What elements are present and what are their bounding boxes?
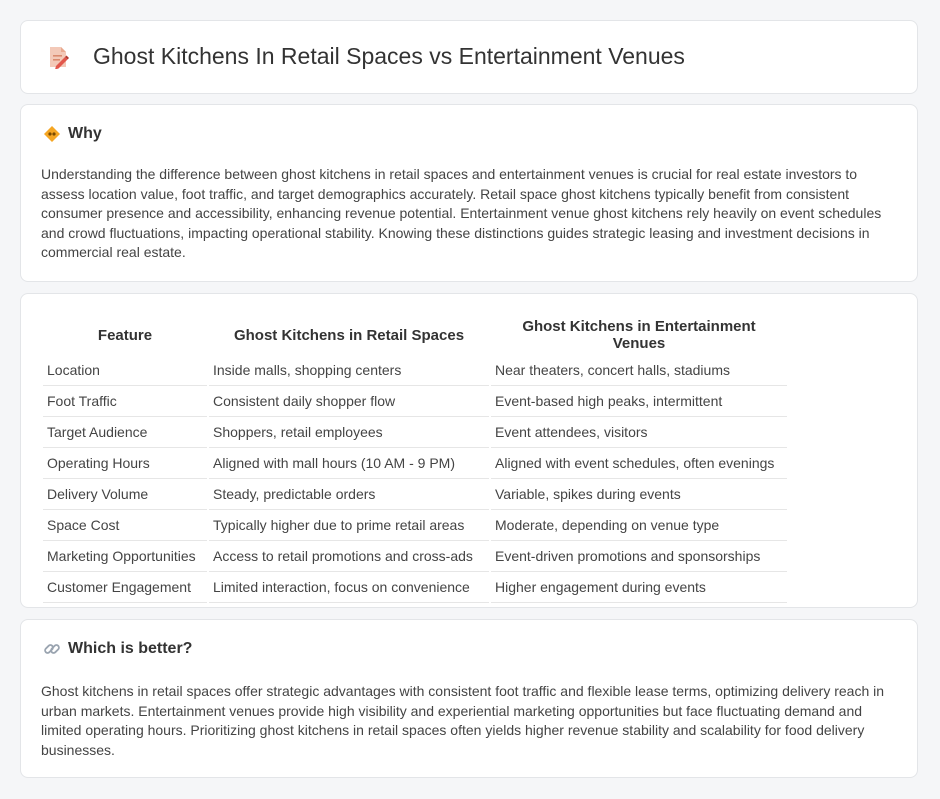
header-card: Ghost Kitchens In Retail Spaces vs Enter… xyxy=(20,20,918,94)
table-row: Space Cost Typically higher due to prime… xyxy=(43,509,787,541)
why-title: Why xyxy=(68,125,102,142)
table-cell: Event-driven promotions and sponsorships xyxy=(490,540,787,572)
table-cell: Moderate, depending on venue type xyxy=(490,509,787,541)
table-cell: Marketing Opportunities xyxy=(43,540,209,572)
table-cell: Target Audience xyxy=(43,416,209,448)
table-cell: Operating Hours xyxy=(43,447,209,479)
table-cell: Aligned with event schedules, often even… xyxy=(490,447,787,479)
diamond-warning-icon xyxy=(44,126,60,142)
which-is-better-section: Which is better? Ghost kitchens in retai… xyxy=(20,619,918,778)
page-title: Ghost Kitchens In Retail Spaces vs Enter… xyxy=(93,43,685,69)
table-row: Marketing Opportunities Access to retail… xyxy=(43,540,787,572)
table-cell: Typically higher due to prime retail are… xyxy=(208,509,491,541)
table-cell: Limited interaction, focus on convenienc… xyxy=(208,571,491,603)
table-cell: Foot Traffic xyxy=(43,385,209,417)
column-header: Feature xyxy=(43,316,209,355)
table-header-row: Feature Ghost Kitchens in Retail Spaces … xyxy=(43,316,787,355)
table-cell: Event-based high peaks, intermittent xyxy=(490,385,787,417)
table-row: Target Audience Shoppers, retail employe… xyxy=(43,416,787,448)
table-cell: Customer Engagement xyxy=(43,571,209,603)
column-header: Ghost Kitchens in Entertainment Venues xyxy=(522,318,756,352)
why-section: Why Understanding the difference between… xyxy=(20,104,918,282)
table-cell: Inside malls, shopping centers xyxy=(208,355,491,386)
table-row: Location Inside malls, shopping centers … xyxy=(43,355,787,386)
document-edit-icon xyxy=(50,46,69,69)
table-cell: Aligned with mall hours (10 AM - 9 PM) xyxy=(208,447,491,479)
table-row: Foot Traffic Consistent daily shopper fl… xyxy=(43,385,787,417)
why-text: Understanding the difference between gho… xyxy=(41,166,882,261)
column-header: Ghost Kitchens in Retail Spaces xyxy=(208,316,491,355)
table-cell: Near theaters, concert halls, stadiums xyxy=(490,355,787,386)
better-title: Which is better? xyxy=(68,640,193,657)
comparison-table-card: Feature Ghost Kitchens in Retail Spaces … xyxy=(20,293,918,608)
link-icon xyxy=(44,644,60,654)
table-row: Delivery Volume Steady, predictable orde… xyxy=(43,478,787,510)
table-cell: Event attendees, visitors xyxy=(490,416,787,448)
table-cell: Variable, spikes during events xyxy=(490,478,787,510)
table-cell: Steady, predictable orders xyxy=(208,478,491,510)
table-cell: Shoppers, retail employees xyxy=(208,416,491,448)
table-cell: Access to retail promotions and cross-ad… xyxy=(208,540,491,572)
table-cell: Space Cost xyxy=(43,509,209,541)
table-cell: Delivery Volume xyxy=(43,478,209,510)
table-cell: Consistent daily shopper flow xyxy=(208,385,491,417)
table-cell: Higher engagement during events xyxy=(490,571,787,603)
table-row: Operating Hours Aligned with mall hours … xyxy=(43,447,787,479)
table-row: Customer Engagement Limited interaction,… xyxy=(43,571,787,603)
table-cell: Location xyxy=(43,355,209,386)
comparison-table: Feature Ghost Kitchens in Retail Spaces … xyxy=(43,316,787,603)
better-text: Ghost kitchens in retail spaces offer st… xyxy=(41,683,885,758)
